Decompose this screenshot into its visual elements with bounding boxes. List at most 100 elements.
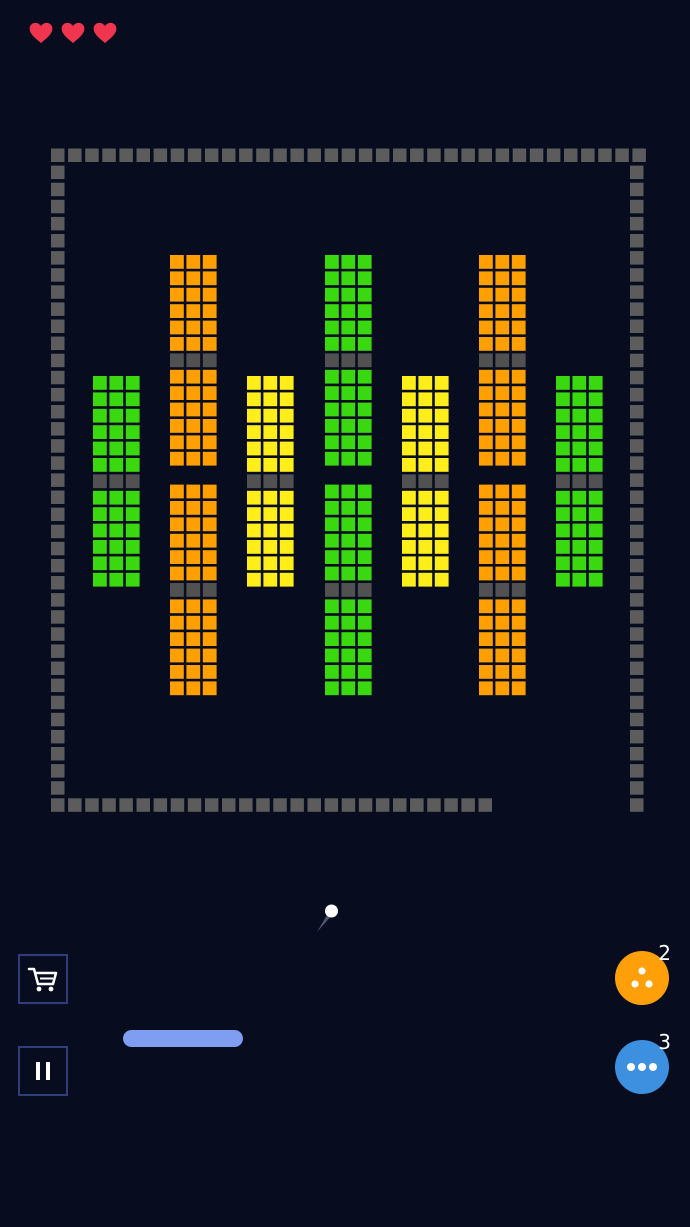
green-brick <box>588 572 603 587</box>
gray-brick <box>434 474 449 489</box>
green-brick <box>341 632 356 646</box>
green-brick <box>125 408 140 423</box>
yellow-brick <box>418 376 433 390</box>
border-block <box>630 644 644 658</box>
green-brick <box>341 369 356 384</box>
border-block <box>427 798 441 812</box>
green-brick <box>572 376 587 390</box>
yellow-brick <box>418 572 433 587</box>
green-brick <box>357 599 372 614</box>
gray-brick <box>588 474 603 489</box>
green-brick <box>572 425 587 439</box>
border-block <box>51 524 65 539</box>
paddle[interactable] <box>123 1030 243 1047</box>
yellow-brick <box>418 425 433 439</box>
border-block <box>630 524 644 539</box>
orange-brick <box>495 517 510 532</box>
orange-brick <box>170 615 184 630</box>
orange-brick <box>495 681 510 696</box>
orange-brick <box>495 255 510 269</box>
orange-brick <box>202 287 217 302</box>
gray-brick <box>572 474 587 489</box>
green-brick <box>93 441 107 456</box>
orange-brick <box>495 665 510 679</box>
orange-brick <box>495 533 510 548</box>
gray-brick <box>109 474 124 489</box>
orange-brick <box>495 419 510 433</box>
green-brick <box>109 458 124 472</box>
border-block <box>51 439 65 453</box>
gray-brick <box>170 353 184 368</box>
orange-brick <box>511 533 526 548</box>
border-block <box>630 558 644 573</box>
orange-brick <box>511 632 526 646</box>
green-brick <box>357 550 372 564</box>
border-block <box>341 148 356 162</box>
border-block <box>630 387 644 402</box>
border-block <box>630 661 644 675</box>
orange-brick <box>495 386 510 400</box>
orange-brick <box>511 271 526 286</box>
green-brick <box>109 392 124 407</box>
pause-button[interactable] <box>18 1046 68 1096</box>
green-brick <box>125 572 140 587</box>
border-block <box>512 148 527 162</box>
green-brick <box>572 556 587 571</box>
green-brick <box>325 255 339 269</box>
gray-brick <box>325 583 339 597</box>
triple-shot-powerup-button[interactable]: 3 <box>615 1032 671 1094</box>
green-brick <box>325 599 339 614</box>
green-brick <box>341 386 356 400</box>
yellow-brick <box>247 458 261 472</box>
orange-brick <box>495 484 510 499</box>
green-brick <box>325 287 339 302</box>
three-dots-triangle-icon <box>631 967 653 988</box>
orange-brick <box>479 615 493 630</box>
orange-brick <box>511 369 526 384</box>
orange-brick <box>170 566 184 581</box>
green-brick <box>357 435 372 450</box>
green-brick <box>556 507 570 521</box>
yellow-brick <box>434 490 449 505</box>
orange-brick <box>202 648 217 663</box>
green-brick <box>341 435 356 450</box>
orange-brick <box>170 599 184 614</box>
orange-brick <box>479 632 493 646</box>
border-block <box>51 798 65 812</box>
yellow-brick <box>263 425 278 439</box>
green-brick <box>556 490 570 505</box>
border-block <box>630 712 644 727</box>
multi-ball-powerup-button[interactable]: 2 <box>615 943 671 1005</box>
orange-brick <box>170 386 184 400</box>
orange-brick <box>186 435 201 450</box>
border-block <box>51 387 65 402</box>
gray-brick <box>357 583 372 597</box>
border-block <box>478 798 492 812</box>
border-block <box>187 148 202 162</box>
border-block <box>630 370 644 385</box>
orange-brick <box>170 550 184 564</box>
orange-brick <box>479 451 493 466</box>
orange-brick <box>202 501 217 515</box>
orange-brick <box>170 632 184 646</box>
border-block <box>51 764 65 778</box>
green-brick <box>109 441 124 456</box>
border-block <box>222 148 236 162</box>
green-brick <box>357 665 372 679</box>
orange-brick <box>495 648 510 663</box>
yellow-brick <box>279 556 294 571</box>
yellow-brick <box>402 425 416 439</box>
green-brick <box>357 369 372 384</box>
orange-brick <box>479 681 493 696</box>
yellow-brick <box>247 392 261 407</box>
game-arena[interactable] <box>0 0 690 1227</box>
green-brick <box>572 392 587 407</box>
orange-brick <box>186 337 201 351</box>
orange-brick <box>479 665 493 679</box>
brick-column <box>402 376 449 587</box>
green-brick <box>325 517 339 532</box>
shop-button[interactable] <box>18 954 68 1004</box>
green-brick <box>572 441 587 456</box>
yellow-brick <box>263 441 278 456</box>
yellow-brick <box>418 507 433 521</box>
